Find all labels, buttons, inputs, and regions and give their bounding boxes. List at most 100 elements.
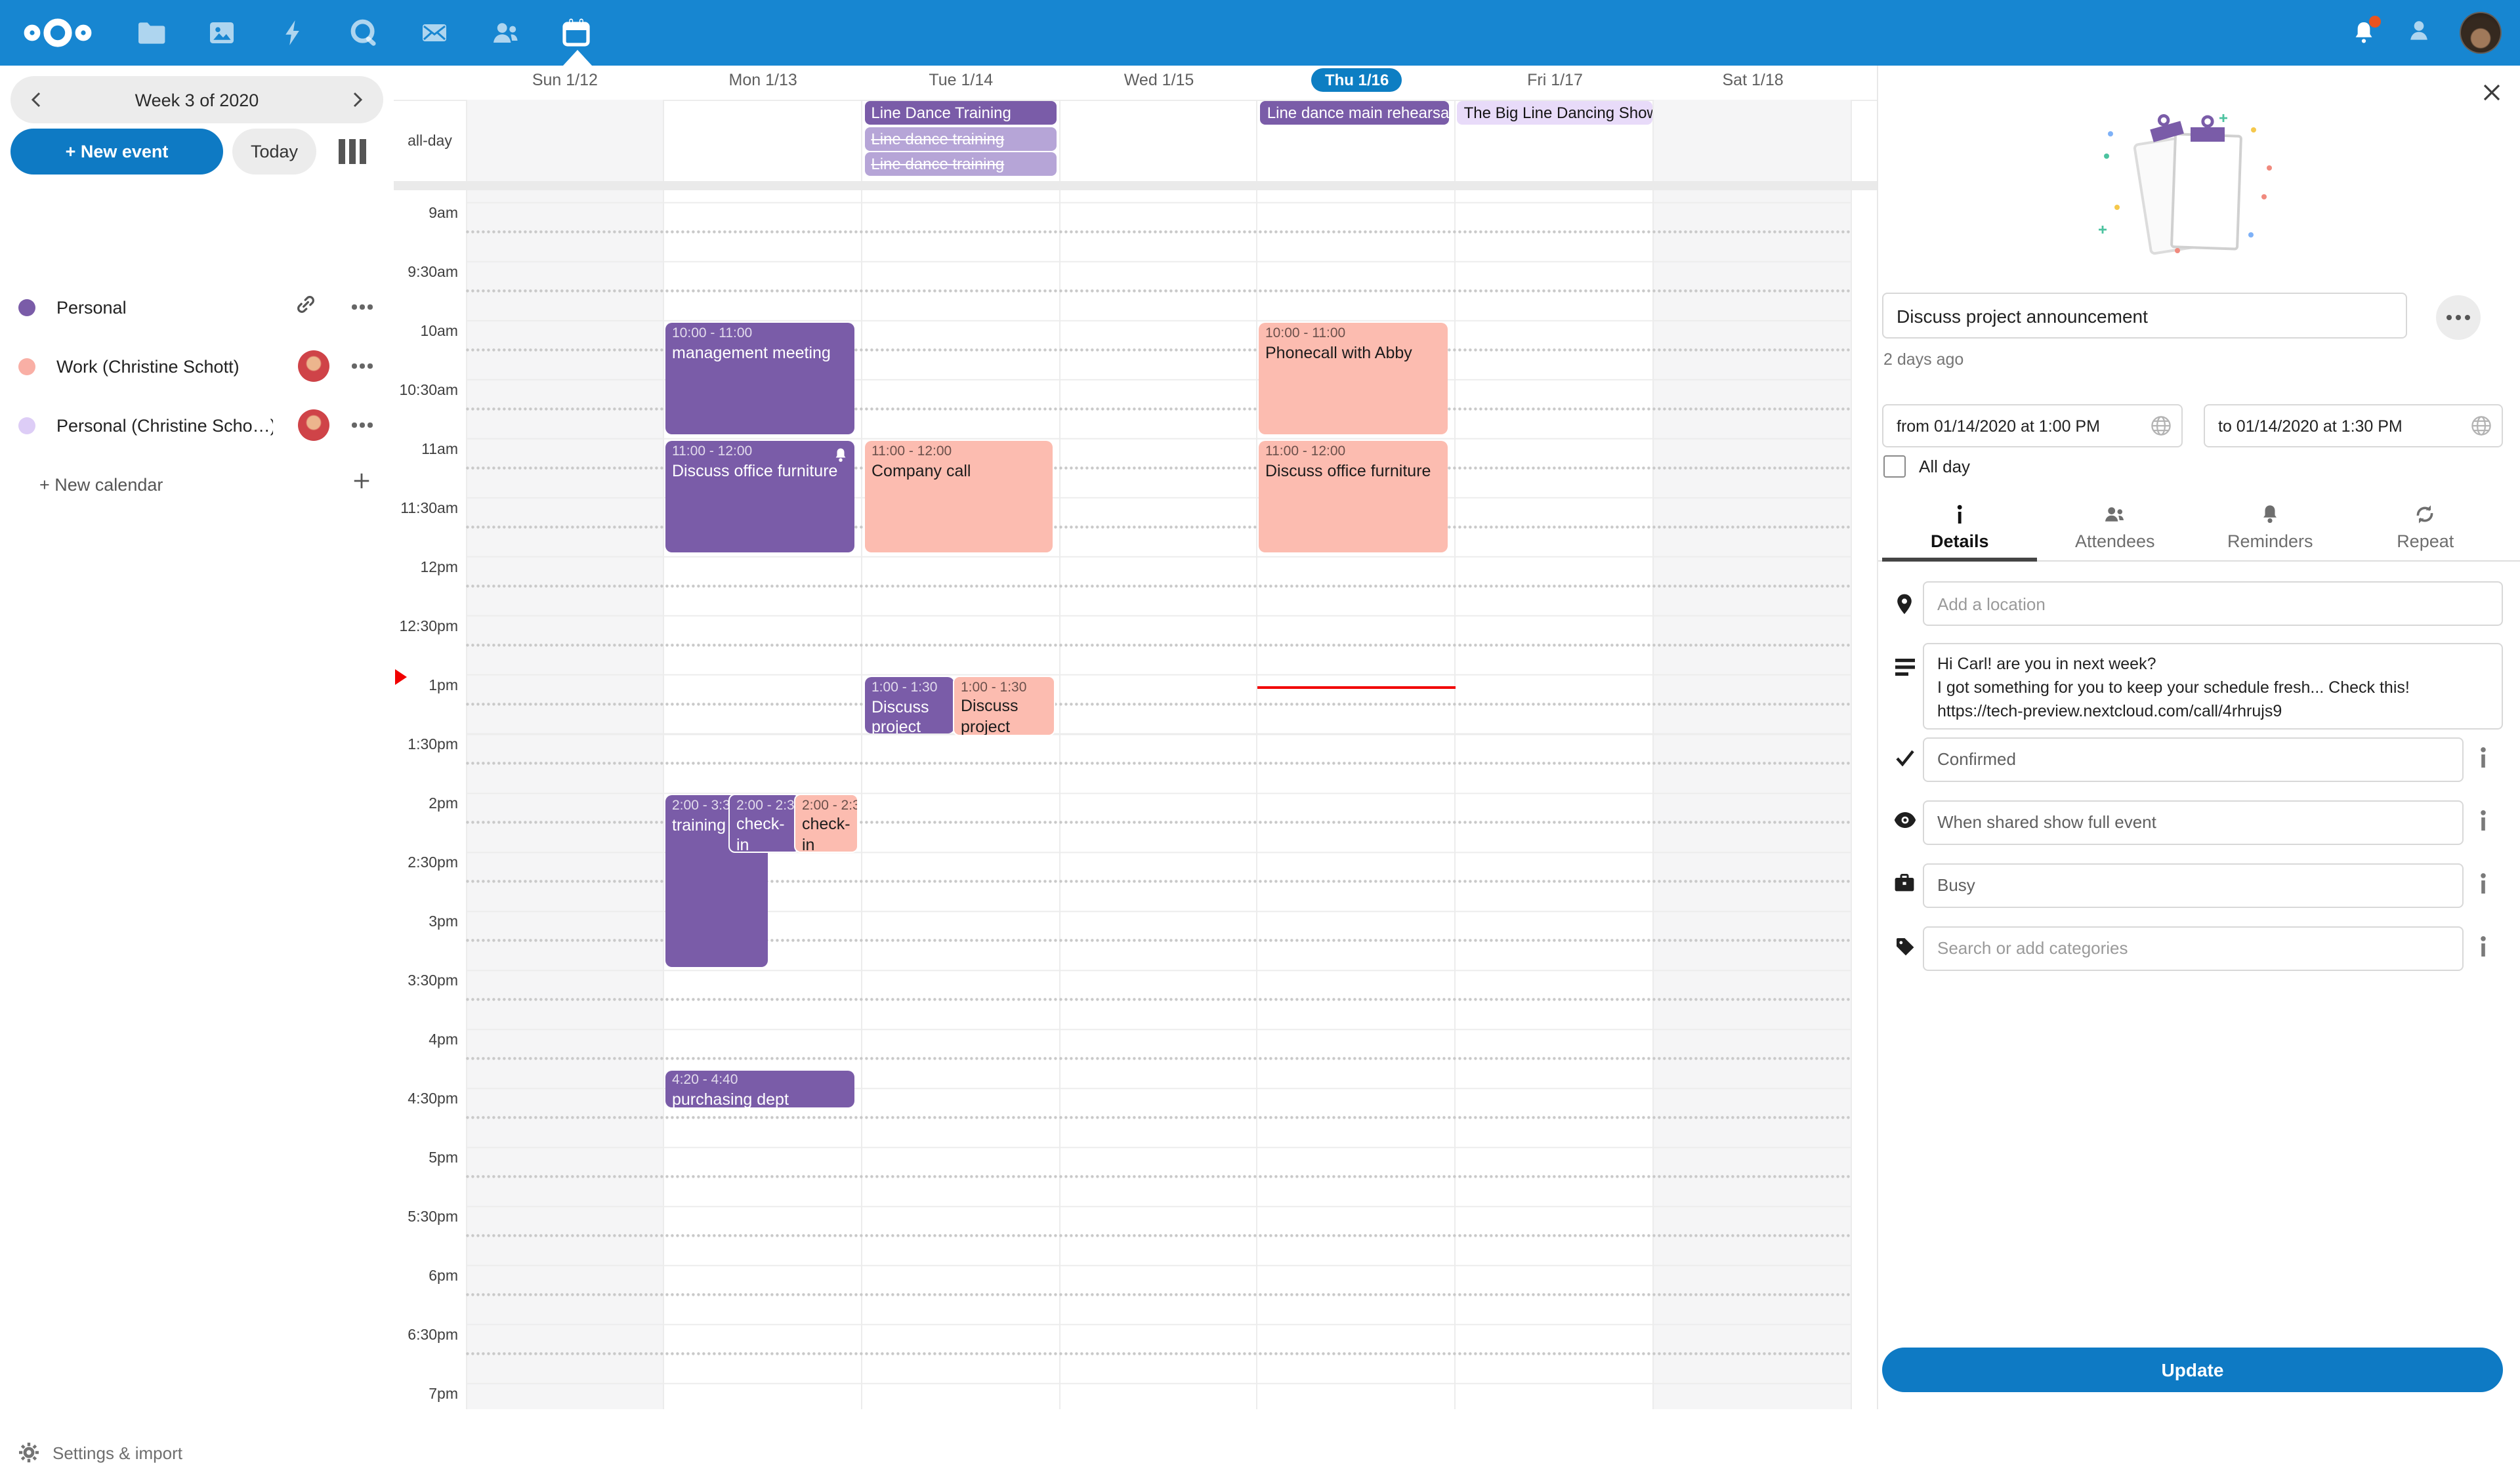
timezone-globe-icon[interactable]	[2150, 415, 2172, 443]
contacts-icon[interactable]	[470, 0, 541, 66]
allday-event-cancelled[interactable]: Line dance training	[864, 127, 1056, 150]
week-grid[interactable]: Line Dance Training Line dance training …	[466, 100, 1852, 1409]
time-label: 3:30pm	[394, 974, 458, 989]
time-label: 9:30am	[394, 265, 458, 281]
event-title-input[interactable]	[1882, 293, 2407, 339]
app-navigation	[116, 0, 612, 66]
tab-reminders[interactable]: Reminders	[2193, 496, 2348, 551]
event-purchasing-dept[interactable]: 4:20 - 4:40 purchasing dept	[665, 1071, 854, 1107]
day-column-wed[interactable]	[1060, 100, 1258, 1409]
calendar-name: Personal	[56, 297, 127, 317]
mail-icon[interactable]	[399, 0, 470, 66]
event-discuss-office-furniture-thu[interactable]: 11:00 - 12:00 Discuss office furniture	[1259, 441, 1448, 552]
activity-icon[interactable]	[257, 0, 328, 66]
allday-event[interactable]: Line Dance Training	[864, 101, 1056, 125]
settings-import-button[interactable]: Settings & import	[18, 1442, 182, 1463]
day-header-mon[interactable]: Mon 1/13	[664, 71, 862, 89]
event-company-call[interactable]: 11:00 - 12:00 Company call	[865, 441, 1053, 552]
visibility-select[interactable]: When shared show full event	[1923, 800, 2464, 845]
nextcloud-logo-icon[interactable]	[21, 14, 94, 58]
more-actions-icon[interactable]	[2436, 295, 2481, 340]
calendar-actions-icon[interactable]	[352, 364, 372, 369]
event-discuss-office-furniture-mon[interactable]: 11:00 - 12:00 Discuss office furniture	[665, 441, 854, 552]
categories-input[interactable]: Search or add categories	[1923, 926, 2464, 971]
calendar-actions-icon[interactable]	[352, 423, 372, 428]
day-header-tue[interactable]: Tue 1/14	[862, 71, 1060, 89]
categories-info-icon[interactable]	[2477, 936, 2490, 963]
calendar-actions-icon[interactable]	[352, 305, 372, 310]
tab-attendees[interactable]: Attendees	[2038, 496, 2193, 551]
timezone-globe-icon[interactable]	[2470, 415, 2492, 443]
view-mode-icon[interactable]	[339, 139, 366, 164]
previous-week-button[interactable]	[10, 76, 63, 123]
gear-icon	[18, 1442, 39, 1463]
talk-icon[interactable]	[328, 0, 399, 66]
info-icon	[1949, 504, 1970, 525]
visibility-eye-icon	[1891, 812, 1918, 828]
visibility-info-icon[interactable]	[2477, 810, 2490, 837]
new-event-button[interactable]: + New event	[10, 129, 223, 175]
event-management-meeting[interactable]: 10:00 - 11:00 management meeting	[665, 323, 854, 434]
plus-icon[interactable]	[352, 471, 371, 497]
event-phonecall-with-abby[interactable]: 10:00 - 11:00 Phonecall with Abby	[1259, 323, 1448, 434]
time-gutter: all-day 9am 9:30am 10am 10:30am 11am 11:…	[394, 100, 466, 1409]
tab-details[interactable]: Details	[1882, 496, 2038, 551]
day-column-sun[interactable]	[466, 100, 664, 1409]
calendar-color-dot	[18, 299, 35, 316]
status-check-icon	[1891, 749, 1918, 766]
day-header-sun[interactable]: Sun 1/12	[466, 71, 664, 89]
calendar-item-personal[interactable]: Personal	[0, 281, 394, 333]
event-discuss-project-announcement[interactable]: 1:00 - 1:30 Discuss project announcement	[865, 677, 954, 733]
contacts-menu-icon[interactable]	[2404, 15, 2433, 51]
notifications-bell-icon[interactable]	[2349, 18, 2378, 47]
reminder-bell-icon	[833, 446, 848, 470]
day-column-thu[interactable]	[1258, 100, 1456, 1409]
share-link-icon[interactable]	[295, 293, 316, 321]
new-calendar-label: + New calendar	[39, 474, 163, 494]
day-column-tue[interactable]	[862, 100, 1060, 1409]
start-datetime-input[interactable]	[1882, 404, 2183, 447]
new-calendar-item[interactable]: + New calendar	[0, 458, 394, 510]
reminder-bell-icon	[2260, 504, 2280, 525]
day-header-sat[interactable]: Sat 1/18	[1654, 71, 1852, 89]
allday-grid-separator	[394, 181, 1877, 190]
day-column-fri[interactable]	[1456, 100, 1654, 1409]
user-avatar[interactable]	[2460, 12, 2502, 54]
sharer-avatar	[298, 350, 329, 382]
status-select[interactable]: Confirmed	[1923, 737, 2464, 782]
today-button[interactable]: Today	[232, 129, 316, 175]
end-datetime-input[interactable]	[2204, 404, 2503, 447]
event-check-in-salmon[interactable]: 2:00 - 2:30 check-in	[794, 793, 858, 852]
next-week-button[interactable]	[331, 76, 383, 123]
day-header-fri[interactable]: Fri 1/17	[1456, 71, 1654, 89]
close-icon[interactable]	[2475, 76, 2507, 108]
event-discuss-project[interactable]: 1:00 - 1:30 Discuss project	[953, 675, 1055, 735]
allday-event[interactable]: The Big Line Dancing Show	[1458, 101, 1653, 125]
files-icon[interactable]	[116, 0, 186, 66]
day-header-thu-today[interactable]: Thu 1/16	[1258, 68, 1456, 92]
location-input[interactable]	[1923, 581, 2503, 626]
photos-icon[interactable]	[186, 0, 257, 66]
status-info-icon[interactable]	[2477, 747, 2490, 774]
calendar-name: Work (Christine Schott)	[56, 356, 240, 376]
busy-info-icon[interactable]	[2477, 873, 2490, 900]
description-lines-icon	[1891, 659, 1918, 676]
calendar-item-personal-christine[interactable]: Personal (Christine Scho…)	[0, 399, 394, 451]
time-label: 6:30pm	[394, 1328, 458, 1344]
day-column-sat[interactable]	[1654, 100, 1852, 1409]
day-header-wed[interactable]: Wed 1/15	[1060, 71, 1258, 89]
tab-repeat[interactable]: Repeat	[2348, 496, 2504, 551]
day-column-mon[interactable]	[664, 100, 862, 1409]
busy-select[interactable]: Busy	[1923, 863, 2464, 908]
description-textarea[interactable]: Hi Carl! are you in next week? I got som…	[1923, 643, 2503, 730]
allday-event-cancelled[interactable]: Line dance training	[864, 152, 1056, 176]
time-label: 4:30pm	[394, 1092, 458, 1107]
sharer-avatar	[298, 409, 329, 441]
update-button[interactable]: Update	[1882, 1348, 2503, 1392]
all-day-checkbox[interactable]	[1883, 455, 1906, 478]
allday-event[interactable]: Line dance main rehearsal	[1261, 101, 1450, 125]
event-check-in-purple[interactable]: 2:00 - 2:30 check-in	[728, 793, 801, 852]
calendar-color-dot	[18, 417, 35, 434]
repeat-icon	[2414, 504, 2437, 525]
calendar-item-work-christine[interactable]: Work (Christine Schott)	[0, 340, 394, 392]
